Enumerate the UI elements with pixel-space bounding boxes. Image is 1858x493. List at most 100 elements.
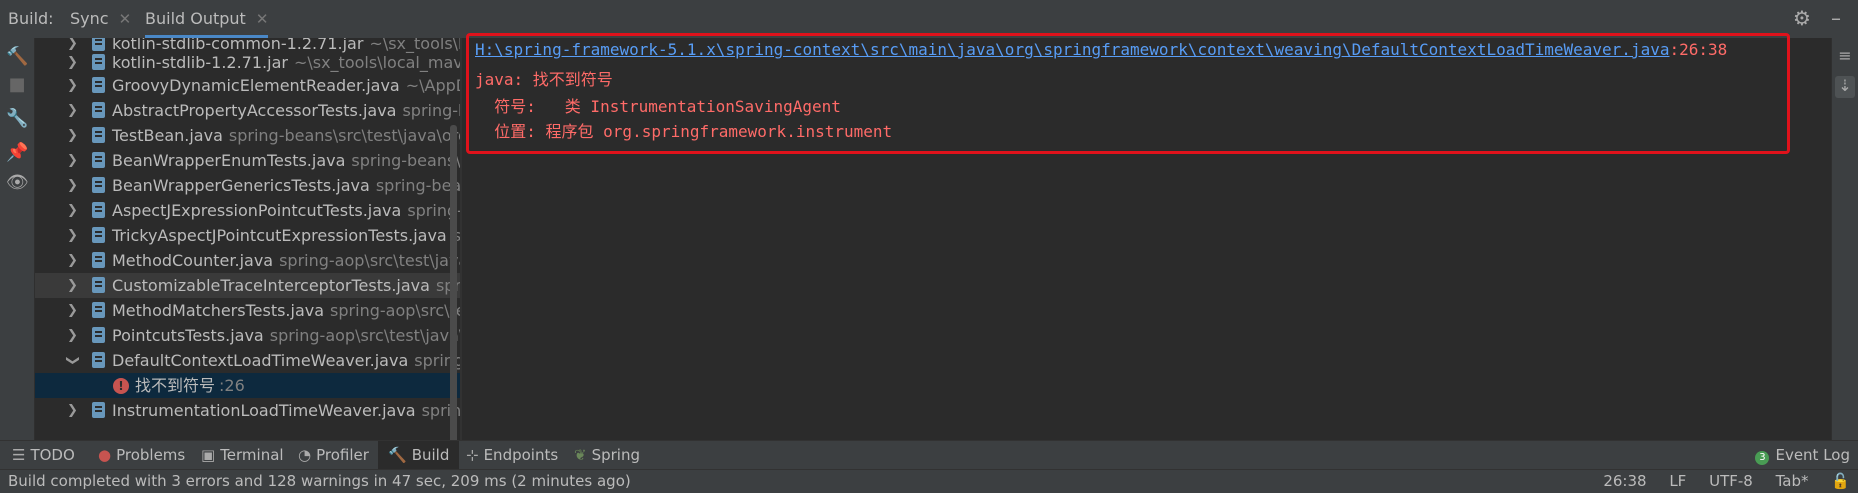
list-icon: ☰ xyxy=(12,446,26,464)
tool-build-label: Build xyxy=(411,446,450,464)
error-line: :26 xyxy=(219,376,245,395)
tool-problems[interactable]: ● Problems xyxy=(98,441,185,470)
jar-file-icon xyxy=(92,54,105,70)
chevron-right-icon[interactable]: ❯ xyxy=(67,98,78,123)
tool-spring[interactable]: ❦ Spring xyxy=(574,441,640,470)
spring-leaf-icon: ❦ xyxy=(574,446,587,464)
tree-row-path: spring-beans\src xyxy=(351,151,460,170)
java-file-icon xyxy=(92,127,105,143)
tree-row[interactable]: ❯ TrickyAspectJPointcutExpressionTests.ja… xyxy=(35,223,460,248)
tree-row[interactable]: ❯ BeanWrapperEnumTests.java spring-beans\s… xyxy=(35,148,460,173)
tree-row[interactable]: ❯ MethodCounter.java spring-aop\src\test\j… xyxy=(35,248,460,273)
tool-profiler-label: Profiler xyxy=(316,446,369,464)
java-file-icon xyxy=(92,277,105,293)
tree-scrollbar[interactable] xyxy=(450,125,457,455)
tree-row[interactable]: ❯DefaultContextLoadTimeWeaver.javaspring… xyxy=(35,348,460,373)
tree-row-path: spring-aop\src\test\java\ xyxy=(279,251,460,270)
chevron-right-icon[interactable]: ❯ xyxy=(67,248,78,273)
java-file-icon xyxy=(92,102,105,118)
tool-problems-label: Problems xyxy=(116,446,186,464)
tab-build-output-label: Build Output xyxy=(145,9,246,28)
java-file-icon xyxy=(92,227,105,243)
tree-row[interactable]: ❯ AspectJExpressionPointcutTests.java spri… xyxy=(35,198,460,223)
tool-event-log-label: Event Log xyxy=(1775,446,1850,464)
java-file-icon xyxy=(92,352,105,368)
error-icon: ● xyxy=(98,446,112,464)
tree-row[interactable]: ❯ GroovyDynamicElementReader.java ~\AppDa xyxy=(35,73,460,98)
java-file-icon xyxy=(92,202,105,218)
error-file-path[interactable]: H:\spring-framework-5.1.x\spring-context… xyxy=(475,40,1669,59)
chevron-right-icon[interactable]: ❯ xyxy=(67,50,78,75)
chevron-right-icon[interactable]: ❯ xyxy=(67,273,78,298)
event-count-badge: 3 xyxy=(1755,451,1770,465)
tree-row[interactable]: ❯ MethodMatchersTests.java spring-aop\src\… xyxy=(35,298,460,323)
chevron-right-icon[interactable]: ❯ xyxy=(67,223,78,248)
error-line-col: :26:38 xyxy=(1669,40,1728,59)
chevron-right-icon[interactable]: ❯ xyxy=(67,123,78,148)
console-location-line: 位置: 程序包 org.springframework.instrument xyxy=(475,122,893,141)
chevron-right-icon[interactable]: ❯ xyxy=(67,323,78,348)
chevron-right-icon[interactable]: ❯ xyxy=(67,298,78,323)
tree-row-name: MethodMatchersTests.java xyxy=(112,301,325,320)
wrench-icon[interactable]: 🔧 xyxy=(6,108,28,130)
close-icon[interactable]: ✕ xyxy=(256,10,269,28)
gear-icon[interactable]: ⚙ xyxy=(1790,6,1814,30)
tab-sync-label: Sync xyxy=(70,9,109,28)
java-file-icon xyxy=(92,252,105,268)
status-message[interactable]: Build completed with 3 errors and 128 wa… xyxy=(8,470,631,493)
close-icon[interactable]: ✕ xyxy=(119,10,132,28)
tool-endpoints[interactable]: ⊹ Endpoints xyxy=(466,441,558,470)
hammer-icon: 🔨 xyxy=(388,446,407,464)
tool-todo[interactable]: ☰ TODO xyxy=(12,441,75,470)
line-separator[interactable]: LF xyxy=(1669,472,1686,490)
lock-icon[interactable]: 🔓 xyxy=(1831,472,1850,490)
chevron-down-icon[interactable]: ❯ xyxy=(60,355,85,366)
tree-row-name: InstrumentationLoadTimeWeaver.java xyxy=(112,401,416,420)
wrap-lines-icon[interactable]: ≡ xyxy=(1835,46,1855,68)
indent-setting[interactable]: Tab* xyxy=(1776,472,1809,490)
tree-row-name: AspectJExpressionPointcutTests.java xyxy=(112,201,402,220)
tree-row-name: PointcutsTests.java xyxy=(112,326,264,345)
tool-event-log[interactable]: 3 Event Log xyxy=(1755,441,1850,470)
tab-build-output[interactable]: Build Output ✕ xyxy=(145,0,269,38)
minimize-icon[interactable]: – xyxy=(1824,6,1848,30)
caret-position[interactable]: 26:38 xyxy=(1603,472,1646,490)
tree-row-path: spring-aop\src\tes xyxy=(330,301,460,320)
chevron-right-icon[interactable]: ❯ xyxy=(67,398,78,423)
tree-row-path: spring-beans\src\test\java\org\ xyxy=(228,126,460,145)
file-encoding[interactable]: UTF-8 xyxy=(1709,472,1753,490)
tree-row-name: DefaultContextLoadTimeWeaver.java xyxy=(112,351,409,370)
tab-sync[interactable]: Sync ✕ xyxy=(70,0,131,38)
tree-row-path: spring-aop\src\test\java\o xyxy=(269,326,460,345)
stop-icon[interactable]: ■ xyxy=(6,74,28,96)
chevron-right-icon[interactable]: ❯ xyxy=(67,173,78,198)
tree-row[interactable]: ❯ kotlin-stdlib-1.2.71.jar ~\sx_tools\loca… xyxy=(35,50,460,75)
tree-row-name: BeanWrapperGenericsTests.java xyxy=(112,176,370,195)
tree-row[interactable]: ❯ AbstractPropertyAccessorTests.java sprin… xyxy=(35,98,460,123)
hammer-icon[interactable]: 🔨 xyxy=(6,46,28,68)
tree-row[interactable]: ❯InstrumentationLoadTimeWeaver.javasprin… xyxy=(35,398,460,423)
pin-icon[interactable]: 📌 xyxy=(6,142,28,164)
eye-icon[interactable]: 👁 xyxy=(6,172,29,194)
tree-row-name: kotlin-stdlib-1.2.71.jar xyxy=(112,53,288,72)
tree-row[interactable]: ❯ PointcutsTests.java spring-aop\src\test\… xyxy=(35,323,460,348)
tree-row[interactable]: ❯ BeanWrapperGenericsTests.java spring-bea… xyxy=(35,173,460,198)
tool-profiler[interactable]: ◔ Profiler xyxy=(298,441,369,470)
chevron-right-icon[interactable]: ❯ xyxy=(67,73,78,98)
scroll-to-end-icon[interactable]: ⇣ xyxy=(1835,76,1855,98)
tree-row-error-selected[interactable]: ! 找不到符号:26 xyxy=(35,373,460,398)
console-error-line: java: 找不到符号 xyxy=(475,70,613,89)
java-file-icon xyxy=(92,327,105,343)
tree-row-tooltip-expanded[interactable]: ❯ CustomizableTraceInterceptorTests.java s… xyxy=(35,273,460,298)
tree-row-name: CustomizableTraceInterceptorTests.java xyxy=(112,276,430,295)
tool-terminal[interactable]: ▣ Terminal xyxy=(201,441,284,470)
tool-build[interactable]: 🔨 Build xyxy=(378,441,460,470)
error-message: 找不到符号 xyxy=(135,376,216,395)
chevron-right-icon[interactable]: ❯ xyxy=(67,148,78,173)
chevron-right-icon[interactable]: ❯ xyxy=(67,198,78,223)
error-file-link[interactable]: H:\spring-framework-5.1.x\spring-context… xyxy=(475,40,1727,59)
java-file-icon xyxy=(92,152,105,168)
tree-row[interactable]: ❯ TestBean.java spring-beans\src\test\java… xyxy=(35,123,460,148)
java-file-icon xyxy=(92,302,105,318)
tool-endpoints-label: Endpoints xyxy=(483,446,559,464)
